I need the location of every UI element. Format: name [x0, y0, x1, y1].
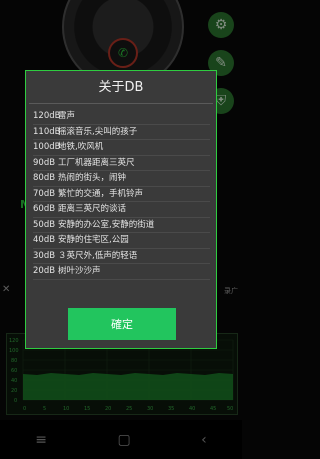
db-level: 30dB	[33, 250, 56, 261]
list-item: 110dB摇滚音乐,尖叫的孩子	[33, 125, 210, 140]
list-item: 60dB 距离三英尺的谈话	[33, 202, 210, 218]
list-item: 90dB 工厂机器距离三英尺	[33, 156, 210, 171]
list-item: 50dB 安静的办公室,安静的街道	[33, 218, 210, 233]
list-item: 40dB 安静的住宅区,公园	[33, 233, 210, 249]
db-level: 70dB	[33, 188, 56, 199]
list-item: 120dB雷声	[33, 109, 210, 125]
db-description: 热闹的街头，闹钟	[58, 173, 127, 183]
db-description: 摇滚音乐,尖叫的孩子	[58, 126, 138, 137]
db-description: 工厂机器距离三英尺	[58, 157, 135, 168]
db-level: 110dB	[33, 126, 61, 137]
db-description: 繁忙的交通，手机铃声	[58, 188, 144, 199]
db-description: 树叶沙沙声	[58, 266, 101, 276]
db-description: 安静的办公室,安静的街道	[58, 219, 155, 230]
about-db-dialog: 关于DB 120dB雷声 110dB摇滚音乐,尖叫的孩子 100dB地铁,吹风机…	[25, 70, 217, 349]
db-description: 距离三英尺的谈话	[58, 204, 127, 214]
db-description: 安静的住宅区,公园	[58, 235, 129, 245]
db-level: 120dB	[33, 111, 61, 121]
list-item: 30dB ３英尺外,低声的轻语	[33, 249, 210, 264]
db-level: 100dB	[33, 142, 61, 152]
list-item: 20dB 树叶沙沙声	[33, 264, 210, 280]
db-level: 90dB	[33, 157, 56, 168]
db-level: 40dB	[33, 235, 56, 245]
db-level-list: 120dB雷声 110dB摇滚音乐,尖叫的孩子 100dB地铁,吹风机 90dB…	[26, 104, 216, 280]
db-level: 80dB	[33, 173, 56, 183]
db-description: 雷声	[58, 111, 76, 121]
confirm-button[interactable]: 確定	[68, 308, 176, 340]
db-level: 60dB	[33, 204, 56, 214]
dialog-title: 关于DB	[98, 80, 144, 95]
list-item: 70dB 繁忙的交通，手机铃声	[33, 187, 210, 202]
db-level: 50dB	[33, 219, 56, 230]
db-level: 20dB	[33, 266, 56, 276]
list-item: 80dB 热闹的街头，闹钟	[33, 171, 210, 187]
list-item: 100dB地铁,吹风机	[33, 140, 210, 156]
db-description: ３英尺外,低声的轻语	[58, 250, 138, 261]
db-description: 地铁,吹风机	[58, 142, 104, 152]
